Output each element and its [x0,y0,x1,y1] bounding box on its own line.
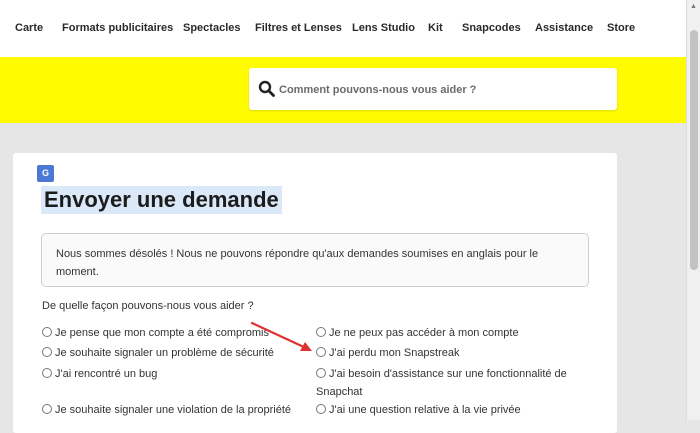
nav-item-lens-studio[interactable]: Lens Studio [352,22,415,34]
page-title: Envoyer une demande [41,186,282,214]
option-privacy-question[interactable]: J'ai une question relative à la vie priv… [316,401,586,419]
nav-item-spectacles[interactable]: Spectacles [183,22,240,34]
search-icon[interactable] [258,80,276,98]
scrollbar-thumb[interactable] [690,30,698,270]
radio-button[interactable] [316,368,326,378]
nav-item-snapcodes[interactable]: Snapcodes [462,22,521,34]
nav-item-store[interactable]: Store [607,22,635,34]
option-label: J'ai une question relative à la vie priv… [329,404,521,416]
option-label: Je souhaite signaler une violation de la… [55,404,292,416]
option-label: J'ai besoin d'assistance sur une fonctio… [316,368,567,398]
nav-item-carte[interactable]: Carte [15,22,43,34]
option-feature-help[interactable]: J'ai besoin d'assistance sur une fonctio… [316,365,586,401]
radio-button[interactable] [42,368,52,378]
hero-banner [0,57,686,123]
radio-button[interactable] [42,347,52,357]
scroll-up-arrow-icon[interactable]: ▲ [690,3,697,10]
translate-icon[interactable]: G [37,165,54,182]
radio-button[interactable] [42,404,52,414]
option-property-violation[interactable]: Je souhaite signaler une violation de la… [42,401,304,419]
option-label: Je pense que mon compte a été compromis [55,327,270,339]
help-question-label: De quelle façon pouvons-nous vous aider … [42,300,254,312]
request-form-card: G Envoyer une demande Nous sommes désolé… [13,153,617,433]
nav-item-formats-publicitaires[interactable]: Formats publicitaires [62,22,173,34]
radio-button[interactable] [316,404,326,414]
option-label: J'ai rencontré un bug [55,368,158,380]
search-input[interactable] [277,77,601,103]
option-cannot-access-account[interactable]: Je ne peux pas accéder à mon compte [316,324,586,342]
option-label: Je souhaite signaler un problème de sécu… [55,347,274,359]
language-notice: Nous sommes désolés ! Nous ne pouvons ré… [41,233,589,287]
option-lost-snapstreak[interactable]: J'ai perdu mon Snapstreak [316,344,586,362]
option-bug[interactable]: J'ai rencontré un bug [42,365,292,383]
radio-button[interactable] [42,327,52,337]
annotation-arrow-icon [250,321,312,351]
top-navigation: Carte Formats publicitaires Spectacles F… [0,0,686,58]
search-box[interactable] [249,68,617,110]
nav-item-kit[interactable]: Kit [428,22,443,34]
option-label: Je ne peux pas accéder à mon compte [329,327,519,339]
option-label: J'ai perdu mon Snapstreak [329,347,460,359]
page-scrollbar[interactable]: ▲ [686,0,700,420]
notice-text: Nous sommes désolés ! Nous ne pouvons ré… [56,248,539,278]
nav-item-assistance[interactable]: Assistance [535,22,593,34]
nav-item-filtres-et-lenses[interactable]: Filtres et Lenses [255,22,342,34]
